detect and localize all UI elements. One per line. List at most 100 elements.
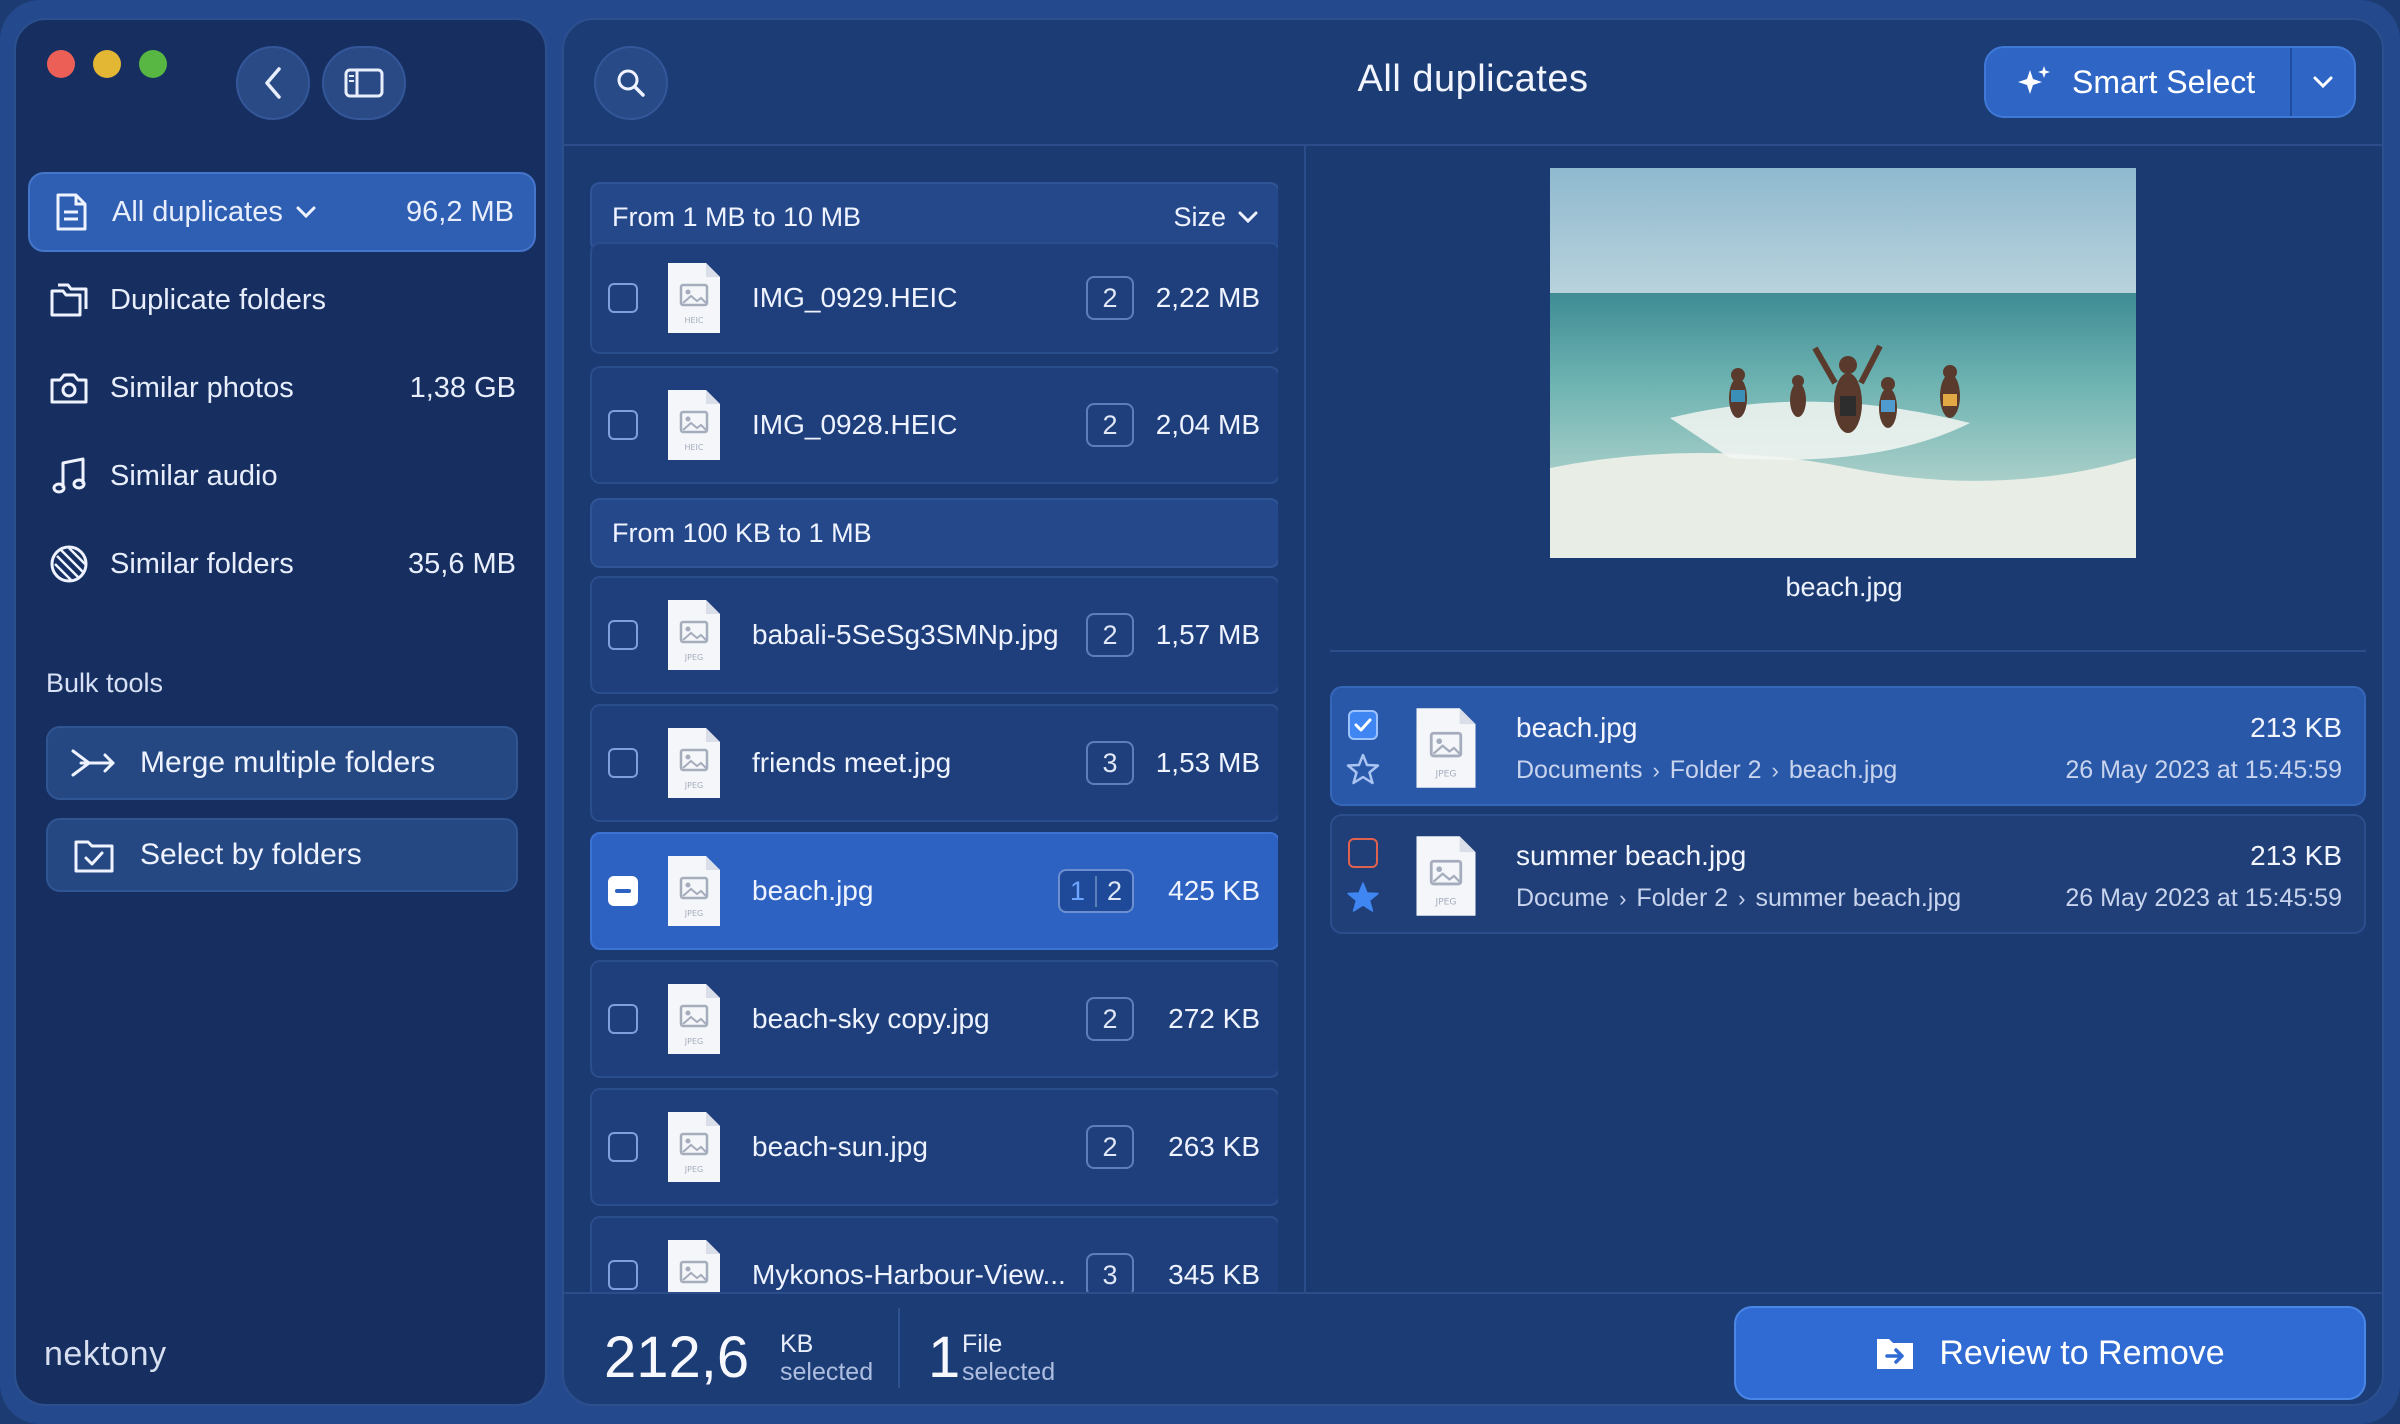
sidebar-item-label: Similar audio — [110, 459, 278, 492]
file-checkbox-partial[interactable] — [608, 876, 638, 906]
list-item[interactable]: JPEG babali-5SeSg3SMNp.jpg 2 1,57 MB — [590, 576, 1278, 694]
selected-count-unit: File — [962, 1330, 1003, 1358]
chevron-right-icon: › — [1619, 885, 1627, 911]
copy-file-size: 213 KB — [2250, 840, 2342, 871]
sidebar: All duplicates 96,2 MB Duplicate folders… — [14, 18, 547, 1406]
jpeg-file-icon: JPEG — [668, 600, 720, 670]
main-panel: All duplicates Smart Select From 1 MB to… — [562, 18, 2384, 1406]
folder-arrow-icon — [1877, 1339, 1914, 1369]
svg-text:JPEG: JPEG — [684, 1037, 703, 1046]
list-item-selected[interactable]: JPEG beach.jpg 1 2 425 KB — [590, 832, 1278, 950]
duplicate-copy-row[interactable]: JPEG summer beach.jpg Docume › Folder 2 … — [1330, 814, 2366, 934]
path-segment[interactable]: Documents — [1516, 756, 1642, 785]
selected-size-value: 212,6 — [604, 1325, 750, 1390]
merge-multiple-folders-button[interactable]: Merge multiple folders — [46, 726, 518, 800]
sidebar-item-duplicate-folders[interactable]: Duplicate folders — [28, 260, 536, 340]
path-segment[interactable]: Folder 2 — [1636, 884, 1728, 913]
path-segment[interactable]: beach.jpg — [1789, 756, 1897, 785]
star-outline-icon[interactable] — [1346, 752, 1380, 786]
minus-icon — [615, 889, 631, 893]
list-item[interactable]: HEIC IMG_0928.HEIC 2 2,04 MB — [590, 366, 1278, 484]
back-button[interactable] — [236, 46, 310, 120]
duplicates-count-badge: 3 — [1086, 1253, 1134, 1296]
duplicates-count-badge: 1 2 — [1057, 869, 1134, 913]
minimize-window-button[interactable] — [93, 50, 121, 78]
close-window-button[interactable] — [47, 50, 75, 78]
review-button-label: Review to Remove — [1939, 1333, 2225, 1372]
chevron-right-icon: › — [1771, 757, 1779, 783]
sidebar-item-similar-audio[interactable]: Similar audio — [28, 436, 536, 516]
selected-count-value: 1 — [928, 1325, 961, 1390]
star-filled-icon[interactable] — [1346, 880, 1380, 914]
folders-icon — [48, 279, 90, 321]
sidebar-item-label: Duplicate folders — [110, 283, 326, 316]
duplicates-count-badge: 3 — [1086, 741, 1134, 785]
total-copies-count: 2 — [1106, 875, 1122, 906]
sidebar-item-label: All duplicates — [112, 195, 283, 228]
select-by-folders-button[interactable]: Select by folders — [46, 818, 518, 892]
file-checkbox[interactable] — [608, 1132, 638, 1162]
merge-arrows-icon — [70, 741, 118, 785]
toggle-sidebar-button[interactable] — [322, 46, 406, 120]
group-label: From 100 KB to 1 MB — [612, 517, 872, 548]
list-item[interactable]: JPEG beach-sky copy.jpg 2 272 KB — [590, 960, 1278, 1078]
jpeg-file-icon: JPEG — [668, 728, 720, 798]
duplicates-count-badge: 2 — [1086, 276, 1134, 320]
bulk-tool-label: Merge multiple folders — [140, 746, 436, 779]
preview-file-name: beach.jpg — [1785, 572, 1903, 602]
app-window: All duplicates 96,2 MB Duplicate folders… — [0, 0, 2400, 1424]
file-checkbox[interactable] — [608, 283, 638, 313]
sidebar-item-size: 96,2 MB — [406, 195, 514, 228]
jpeg-file-icon: JPEG — [668, 984, 720, 1054]
duplicate-copy-row[interactable]: JPEG beach.jpg Documents › Folder 2 › be… — [1330, 686, 2366, 806]
file-size: 425 KB — [1168, 875, 1260, 906]
duplicates-count-badge: 2 — [1086, 613, 1134, 657]
svg-text:JPEG: JPEG — [684, 653, 703, 662]
jpeg-file-icon: JPEG — [1416, 836, 1476, 916]
chevron-right-icon: › — [1738, 885, 1746, 911]
column-divider — [1304, 146, 1306, 1296]
file-size: 2,22 MB — [1155, 282, 1260, 313]
file-name: Mykonos-Harbour-View... — [752, 1259, 1066, 1290]
duplicates-count-badge: 2 — [1086, 403, 1134, 447]
checkmark-icon — [1354, 718, 1372, 732]
sort-button[interactable]: Size — [1173, 202, 1258, 233]
image-preview — [1550, 168, 2136, 558]
path-segment[interactable]: summer beach.jpg — [1755, 884, 1961, 913]
file-name: IMG_0929.HEIC — [752, 282, 958, 313]
sidebar-item-similar-photos[interactable]: Similar photos 1,38 GB — [28, 348, 536, 428]
file-checkbox[interactable] — [608, 1260, 638, 1290]
selected-size-caption: KB selected — [780, 1330, 873, 1386]
sidebar-item-all-duplicates[interactable]: All duplicates 96,2 MB — [28, 172, 536, 252]
sparkles-icon — [2018, 66, 2050, 94]
list-item[interactable]: HEIC IMG_0929.HEIC 2 2,22 MB — [590, 242, 1278, 354]
zoom-window-button[interactable] — [139, 50, 167, 78]
list-item[interactable]: JPEG friends meet.jpg 3 1,53 MB — [590, 704, 1278, 822]
selected-count-label: selected — [962, 1358, 1056, 1386]
smart-select-dropdown-button[interactable] — [2292, 48, 2354, 116]
list-item[interactable]: JPEG Mykonos-Harbour-View... 3 345 KB — [590, 1216, 1278, 1296]
chevron-down-icon[interactable] — [295, 205, 317, 219]
copy-checkbox[interactable] — [1348, 838, 1378, 868]
group-label: From 1 MB to 10 MB — [612, 201, 862, 232]
copy-file-name: beach.jpg — [1516, 712, 1638, 743]
sidebar-item-size: 1,38 GB — [409, 371, 516, 404]
folder-check-icon — [70, 833, 118, 877]
file-checkbox[interactable] — [608, 620, 638, 650]
heic-file-icon: HEIC — [668, 263, 720, 333]
sort-label: Size — [1173, 201, 1226, 232]
review-to-remove-button[interactable]: Review to Remove — [1734, 1306, 2366, 1400]
path-segment[interactable]: Docume — [1516, 884, 1609, 913]
list-item[interactable]: JPEG beach-sun.jpg 2 263 KB — [590, 1088, 1278, 1206]
svg-text:JPEG: JPEG — [684, 781, 703, 790]
toolbar: All duplicates Smart Select — [564, 20, 2382, 146]
file-checkbox[interactable] — [608, 1004, 638, 1034]
duplicates-list[interactable]: From 1 MB to 10 MB Size HEIC IMG_0929.HE… — [578, 146, 1278, 1296]
file-checkbox[interactable] — [608, 410, 638, 440]
camera-icon — [48, 367, 90, 409]
smart-select-button[interactable]: Smart Select — [1986, 48, 2290, 116]
file-checkbox[interactable] — [608, 748, 638, 778]
sidebar-item-similar-folders[interactable]: Similar folders 35,6 MB — [28, 524, 536, 604]
path-segment[interactable]: Folder 2 — [1670, 756, 1762, 785]
copy-checkbox[interactable] — [1348, 710, 1378, 740]
